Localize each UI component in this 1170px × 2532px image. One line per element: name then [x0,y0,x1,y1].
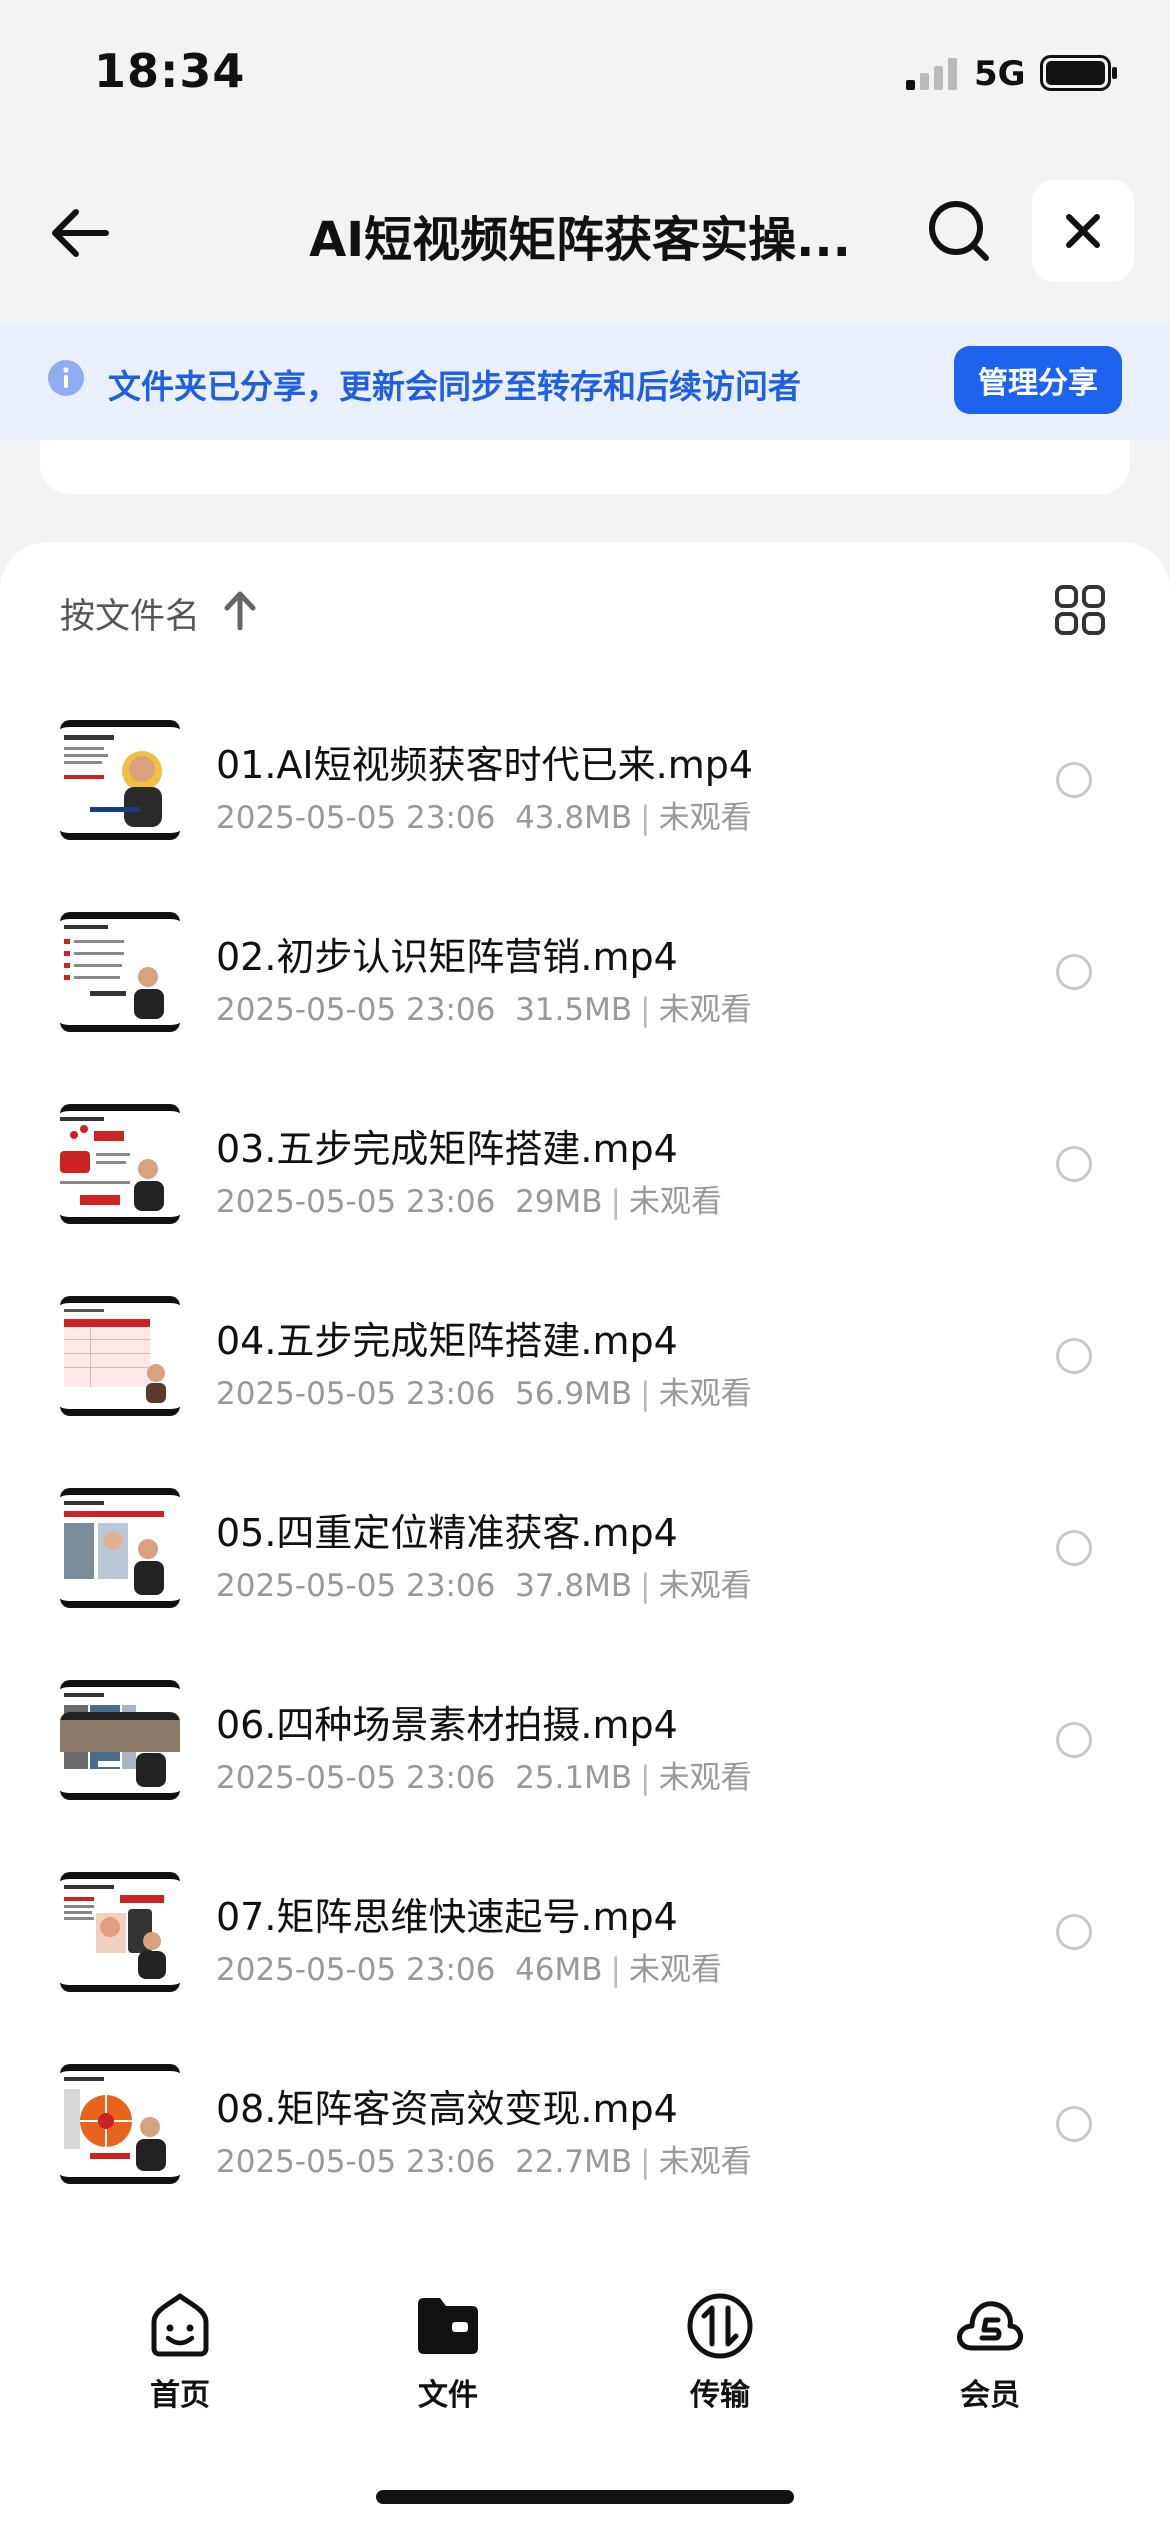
folder-icon [418,2298,478,2354]
tab-label: 传输 [690,2378,750,2413]
video-thumbnail [60,2064,180,2184]
file-meta: 2025-05-05 23:06 25.1MB | 未观看 [216,1760,752,1796]
file-date: 2025-05-05 23:06 [216,1760,496,1796]
status-bar: 18:34 5G [0,0,1170,150]
file-date: 2025-05-05 23:06 [216,992,496,1028]
select-radio[interactable] [1056,1722,1092,1758]
sort-row: 按文件名 [0,542,1170,682]
home-face-icon [151,2293,209,2357]
file-meta: 2025-05-05 23:06 37.8MB | 未观看 [216,1568,752,1604]
grid-view-icon[interactable] [1054,584,1106,636]
home-indicator [376,2490,794,2504]
file-meta: 2025-05-05 23:06 31.5MB | 未观看 [216,992,752,1028]
file-size: 56.9MB [515,1376,633,1412]
file-name: 07.矩阵思维快速起号.mp4 [216,1895,678,1939]
navigation-bar: AI短视频矩阵获客实操... [0,168,1170,298]
select-radio[interactable] [1056,2106,1092,2142]
close-icon [1066,214,1100,248]
file-date: 2025-05-05 23:06 [216,1568,496,1604]
info-icon [48,360,84,396]
search-icon[interactable] [924,196,994,266]
file-row-07[interactable]: 07.矩阵思维快速起号.mp4 2025-05-05 23:06 46MB | 未观… [0,1864,1170,2056]
video-thumbnail-partial [60,1712,180,1752]
status-time: 18:34 [94,44,246,98]
close-button[interactable] [1032,180,1134,282]
file-name: 01.AI短视频获客时代已来.mp4 [216,743,754,787]
select-radio[interactable] [1056,1146,1092,1182]
file-date: 2025-05-05 23:06 [216,1952,496,1988]
file-size: 22.7MB [515,2144,633,2180]
back-arrow-icon[interactable] [46,198,116,268]
file-meta: 2025-05-05 23:06 46MB | 未观看 [216,1952,722,1988]
network-type: 5G [974,54,1026,94]
watch-status: 未观看 [658,1760,752,1796]
file-row-04[interactable]: 04.五步完成矩阵搭建.mp4 2025-05-05 23:06 56.9MB |… [0,1288,1170,1480]
file-row-06[interactable]: 06.四种场景素材拍摄.mp4 2025-05-05 23:06 25.1MB |… [0,1672,1170,1864]
file-date: 2025-05-05 23:06 [216,1184,496,1220]
file-name: 05.四重定位精准获客.mp4 [216,1511,678,1555]
file-name: 06.四种场景素材拍摄.mp4 [216,1703,678,1747]
tab-label: 首页 [150,2378,210,2413]
file-name: 03.五步完成矩阵搭建.mp4 [216,1127,678,1171]
file-row-05[interactable]: 05.四重定位精准获客.mp4 2025-05-05 23:06 37.8MB |… [0,1480,1170,1672]
video-thumbnail [60,1296,180,1416]
select-radio[interactable] [1056,1914,1092,1950]
tab-label: 文件 [418,2378,478,2413]
video-thumbnail [60,912,180,1032]
manage-share-button[interactable]: 管理分享 [954,346,1122,414]
file-row-02[interactable]: 02.初步认识矩阵营销.mp4 2025-05-05 23:06 31.5MB |… [0,904,1170,1096]
file-row-01[interactable]: 01.AI短视频获客时代已来.mp4 2025-05-05 23:06 43.8… [0,712,1170,904]
select-radio[interactable] [1056,954,1092,990]
video-thumbnail [60,1488,180,1608]
file-row-03[interactable]: 03.五步完成矩阵搭建.mp4 2025-05-05 23:06 29MB | 未观… [0,1096,1170,1288]
video-thumbnail [60,1104,180,1224]
watch-status: 未观看 [658,1376,752,1412]
video-thumbnail [60,720,180,840]
select-radio[interactable] [1056,762,1092,798]
tab-files[interactable]: 文件 [368,2290,528,2420]
share-notice-text: 文件夹已分享，更新会同步至转存和后续访问者 [108,367,801,406]
tab-label: 会员 [960,2378,1020,2413]
tab-home[interactable]: 首页 [100,2290,260,2420]
select-radio[interactable] [1056,1530,1092,1566]
file-date: 2025-05-05 23:06 [216,1376,496,1412]
file-list-sheet: 按文件名 01.AI短视频获客时代已来.mp4 2025-05-05 23:06… [0,542,1170,2532]
watch-status: 未观看 [658,2144,752,2180]
file-name: 04.五步完成矩阵搭建.mp4 [216,1319,678,1363]
file-name: 02.初步认识矩阵营销.mp4 [216,935,678,979]
watch-status: 未观看 [629,1184,722,1220]
select-radio[interactable] [1056,1338,1092,1374]
file-meta: 2025-05-05 23:06 43.8MB | 未观看 [216,800,752,836]
watch-status: 未观看 [629,1952,722,1988]
watch-status: 未观看 [658,800,752,836]
file-meta: 2025-05-05 23:06 22.7MB | 未观看 [216,2144,752,2180]
file-size: 25.1MB [515,1760,633,1796]
file-meta: 2025-05-05 23:06 29MB | 未观看 [216,1184,722,1220]
file-size: 29MB [515,1184,603,1220]
file-size: 37.8MB [515,1568,633,1604]
transfer-icon [687,2293,753,2359]
watch-status: 未观看 [658,1568,752,1604]
sort-by-name-button[interactable]: 按文件名 [60,588,200,639]
file-size: 43.8MB [515,800,633,836]
file-size: 46MB [515,1952,603,1988]
file-date: 2025-05-05 23:06 [216,800,496,836]
tab-transfer[interactable]: 传输 [640,2290,800,2420]
file-date: 2025-05-05 23:06 [216,2144,496,2180]
watch-status: 未观看 [658,992,752,1028]
file-list: 01.AI短视频获客时代已来.mp4 2025-05-05 23:06 43.8… [0,712,1170,2248]
share-notice-banner: 文件夹已分享，更新会同步至转存和后续访问者 管理分享 [0,322,1170,440]
file-size: 31.5MB [515,992,633,1028]
collapsed-card [40,440,1130,494]
battery-icon [1040,55,1117,91]
signal-strength-icon [906,58,957,90]
file-row-08[interactable]: 08.矩阵客资高效变现.mp4 2025-05-05 23:06 22.7MB |… [0,2056,1170,2248]
tab-vip[interactable]: 会员 [910,2290,1070,2420]
file-meta: 2025-05-05 23:06 56.9MB | 未观看 [216,1376,752,1412]
vip-cloud-icon [957,2301,1023,2351]
page-title: AI短视频矩阵获客实操... [309,212,851,268]
file-name: 08.矩阵客资高效变现.mp4 [216,2087,678,2131]
sort-ascending-icon[interactable] [222,590,258,630]
video-thumbnail [60,1872,180,1992]
